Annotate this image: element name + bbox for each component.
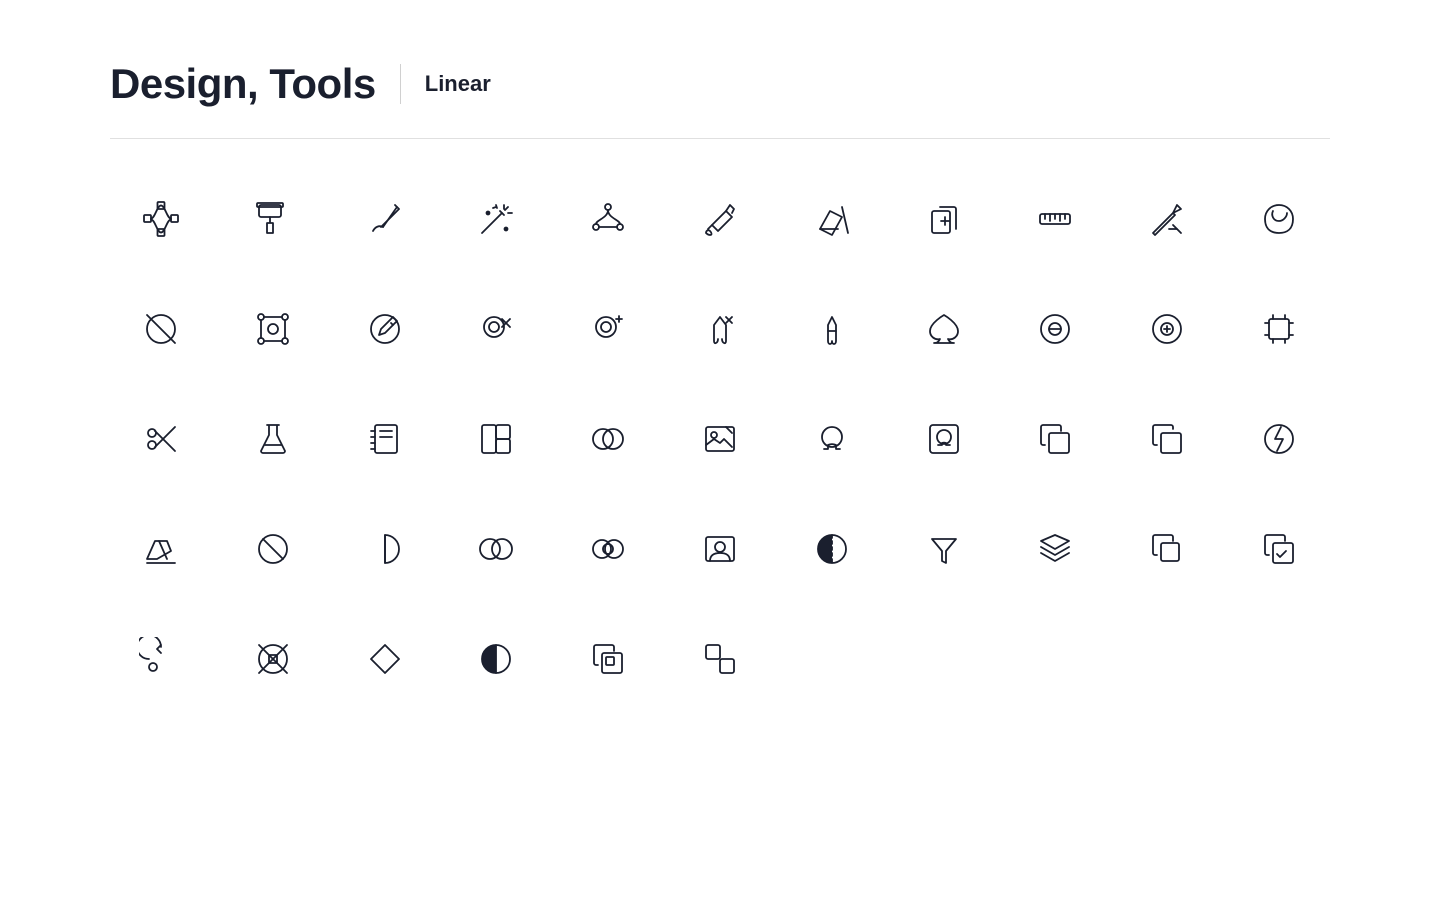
spade-icon[interactable]: [914, 299, 974, 359]
ban-icon[interactable]: [243, 519, 303, 579]
page-header: Design, Tools Linear: [0, 0, 1440, 138]
scissors-icon[interactable]: [131, 409, 191, 469]
page-title: Design, Tools: [110, 60, 376, 108]
half-fill-circle-icon[interactable]: [466, 629, 526, 689]
paint-roller-icon[interactable]: [243, 189, 303, 249]
ungroup-icon[interactable]: [690, 629, 750, 689]
edit-circle-icon[interactable]: [355, 299, 415, 359]
magic-wand-icon[interactable]: [466, 189, 526, 249]
icons-grid: [0, 139, 1440, 739]
flask-icon[interactable]: [243, 409, 303, 469]
bandaid-icon[interactable]: [243, 629, 303, 689]
stamp-add-icon[interactable]: [578, 299, 638, 359]
brush-icon[interactable]: [355, 189, 415, 249]
omega-icon[interactable]: [802, 409, 862, 469]
bezier-tool-icon[interactable]: [131, 189, 191, 249]
frame-tool-icon[interactable]: [1249, 299, 1309, 359]
copy-2-icon[interactable]: [1137, 409, 1197, 469]
copy-icon[interactable]: [1025, 409, 1085, 469]
stamp-circle-minus-icon[interactable]: [1025, 299, 1085, 359]
dropper-icon[interactable]: [802, 299, 862, 359]
flash-circle-icon[interactable]: [1249, 409, 1309, 469]
contrast-icon[interactable]: [802, 519, 862, 579]
photo-edit-icon[interactable]: [690, 409, 750, 469]
node-editor-icon[interactable]: [578, 189, 638, 249]
page-subtitle: Linear: [425, 71, 491, 97]
stamp-remove-icon[interactable]: [466, 299, 526, 359]
intersect-circle-icon[interactable]: [578, 409, 638, 469]
omega-square-icon[interactable]: [914, 409, 974, 469]
transform-icon[interactable]: [243, 299, 303, 359]
rotate-icon[interactable]: [131, 629, 191, 689]
eraser-fill-icon[interactable]: [802, 189, 862, 249]
copy-add-icon[interactable]: [914, 189, 974, 249]
fill-bucket-icon[interactable]: [690, 189, 750, 249]
layers-icon[interactable]: [1025, 519, 1085, 579]
blend-2-icon[interactable]: [578, 519, 638, 579]
copy-check-icon[interactable]: [1249, 519, 1309, 579]
eraser-icon[interactable]: [131, 519, 191, 579]
header-divider: [400, 64, 401, 104]
filter-icon[interactable]: [914, 519, 974, 579]
diamond-icon[interactable]: [355, 629, 415, 689]
duplicate-icon[interactable]: [1137, 519, 1197, 579]
half-circle-icon[interactable]: [355, 519, 415, 579]
tools-cross-icon[interactable]: [1137, 189, 1197, 249]
dropper-remove-icon[interactable]: [690, 299, 750, 359]
ruler-icon[interactable]: [1025, 189, 1085, 249]
copy-3-icon[interactable]: [578, 629, 638, 689]
blend-icon[interactable]: [466, 519, 526, 579]
stamp-circle-plus-icon[interactable]: [1137, 299, 1197, 359]
notebook-icon[interactable]: [355, 409, 415, 469]
photo-id-icon[interactable]: [690, 519, 750, 579]
blob-shape-icon[interactable]: [1249, 189, 1309, 249]
palette-swatch-icon[interactable]: [466, 409, 526, 469]
help-circle-icon[interactable]: [131, 299, 191, 359]
